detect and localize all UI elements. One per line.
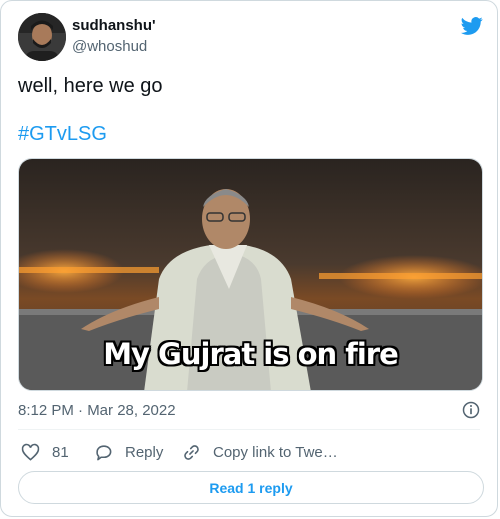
- copy-link-button[interactable]: Copy link to Twe…: [182, 442, 338, 462]
- reply-label: Reply: [125, 443, 164, 461]
- read-replies-button[interactable]: Read 1 reply: [18, 471, 484, 504]
- like-button[interactable]: 81: [21, 442, 69, 462]
- tweet-timestamp[interactable]: 8:12 PM · Mar 28, 2022: [18, 402, 176, 419]
- display-name[interactable]: sudhanshu': [72, 17, 156, 34]
- reply-button[interactable]: Reply: [94, 442, 163, 462]
- meme-caption: My Gujrat is on fire: [103, 337, 399, 371]
- user-handle[interactable]: @whoshud: [72, 38, 147, 55]
- link-icon: [184, 444, 199, 460]
- divider: [18, 429, 480, 430]
- tweet-text: well, here we go: [18, 75, 163, 97]
- avatar[interactable]: [18, 13, 66, 61]
- twitter-bird-icon[interactable]: [459, 15, 485, 37]
- reply-icon: [96, 444, 112, 460]
- like-count: 81: [52, 443, 69, 461]
- hashtag-link[interactable]: #GTvLSG: [18, 122, 107, 146]
- copy-link-label: Copy link to Twe…: [213, 443, 338, 461]
- info-icon[interactable]: [461, 400, 481, 420]
- tweet-card: sudhanshu' @whoshud well, here we go #GT…: [0, 0, 498, 517]
- tweet-media-image[interactable]: My Gujrat is on fire: [18, 158, 483, 391]
- heart-icon: [21, 443, 40, 461]
